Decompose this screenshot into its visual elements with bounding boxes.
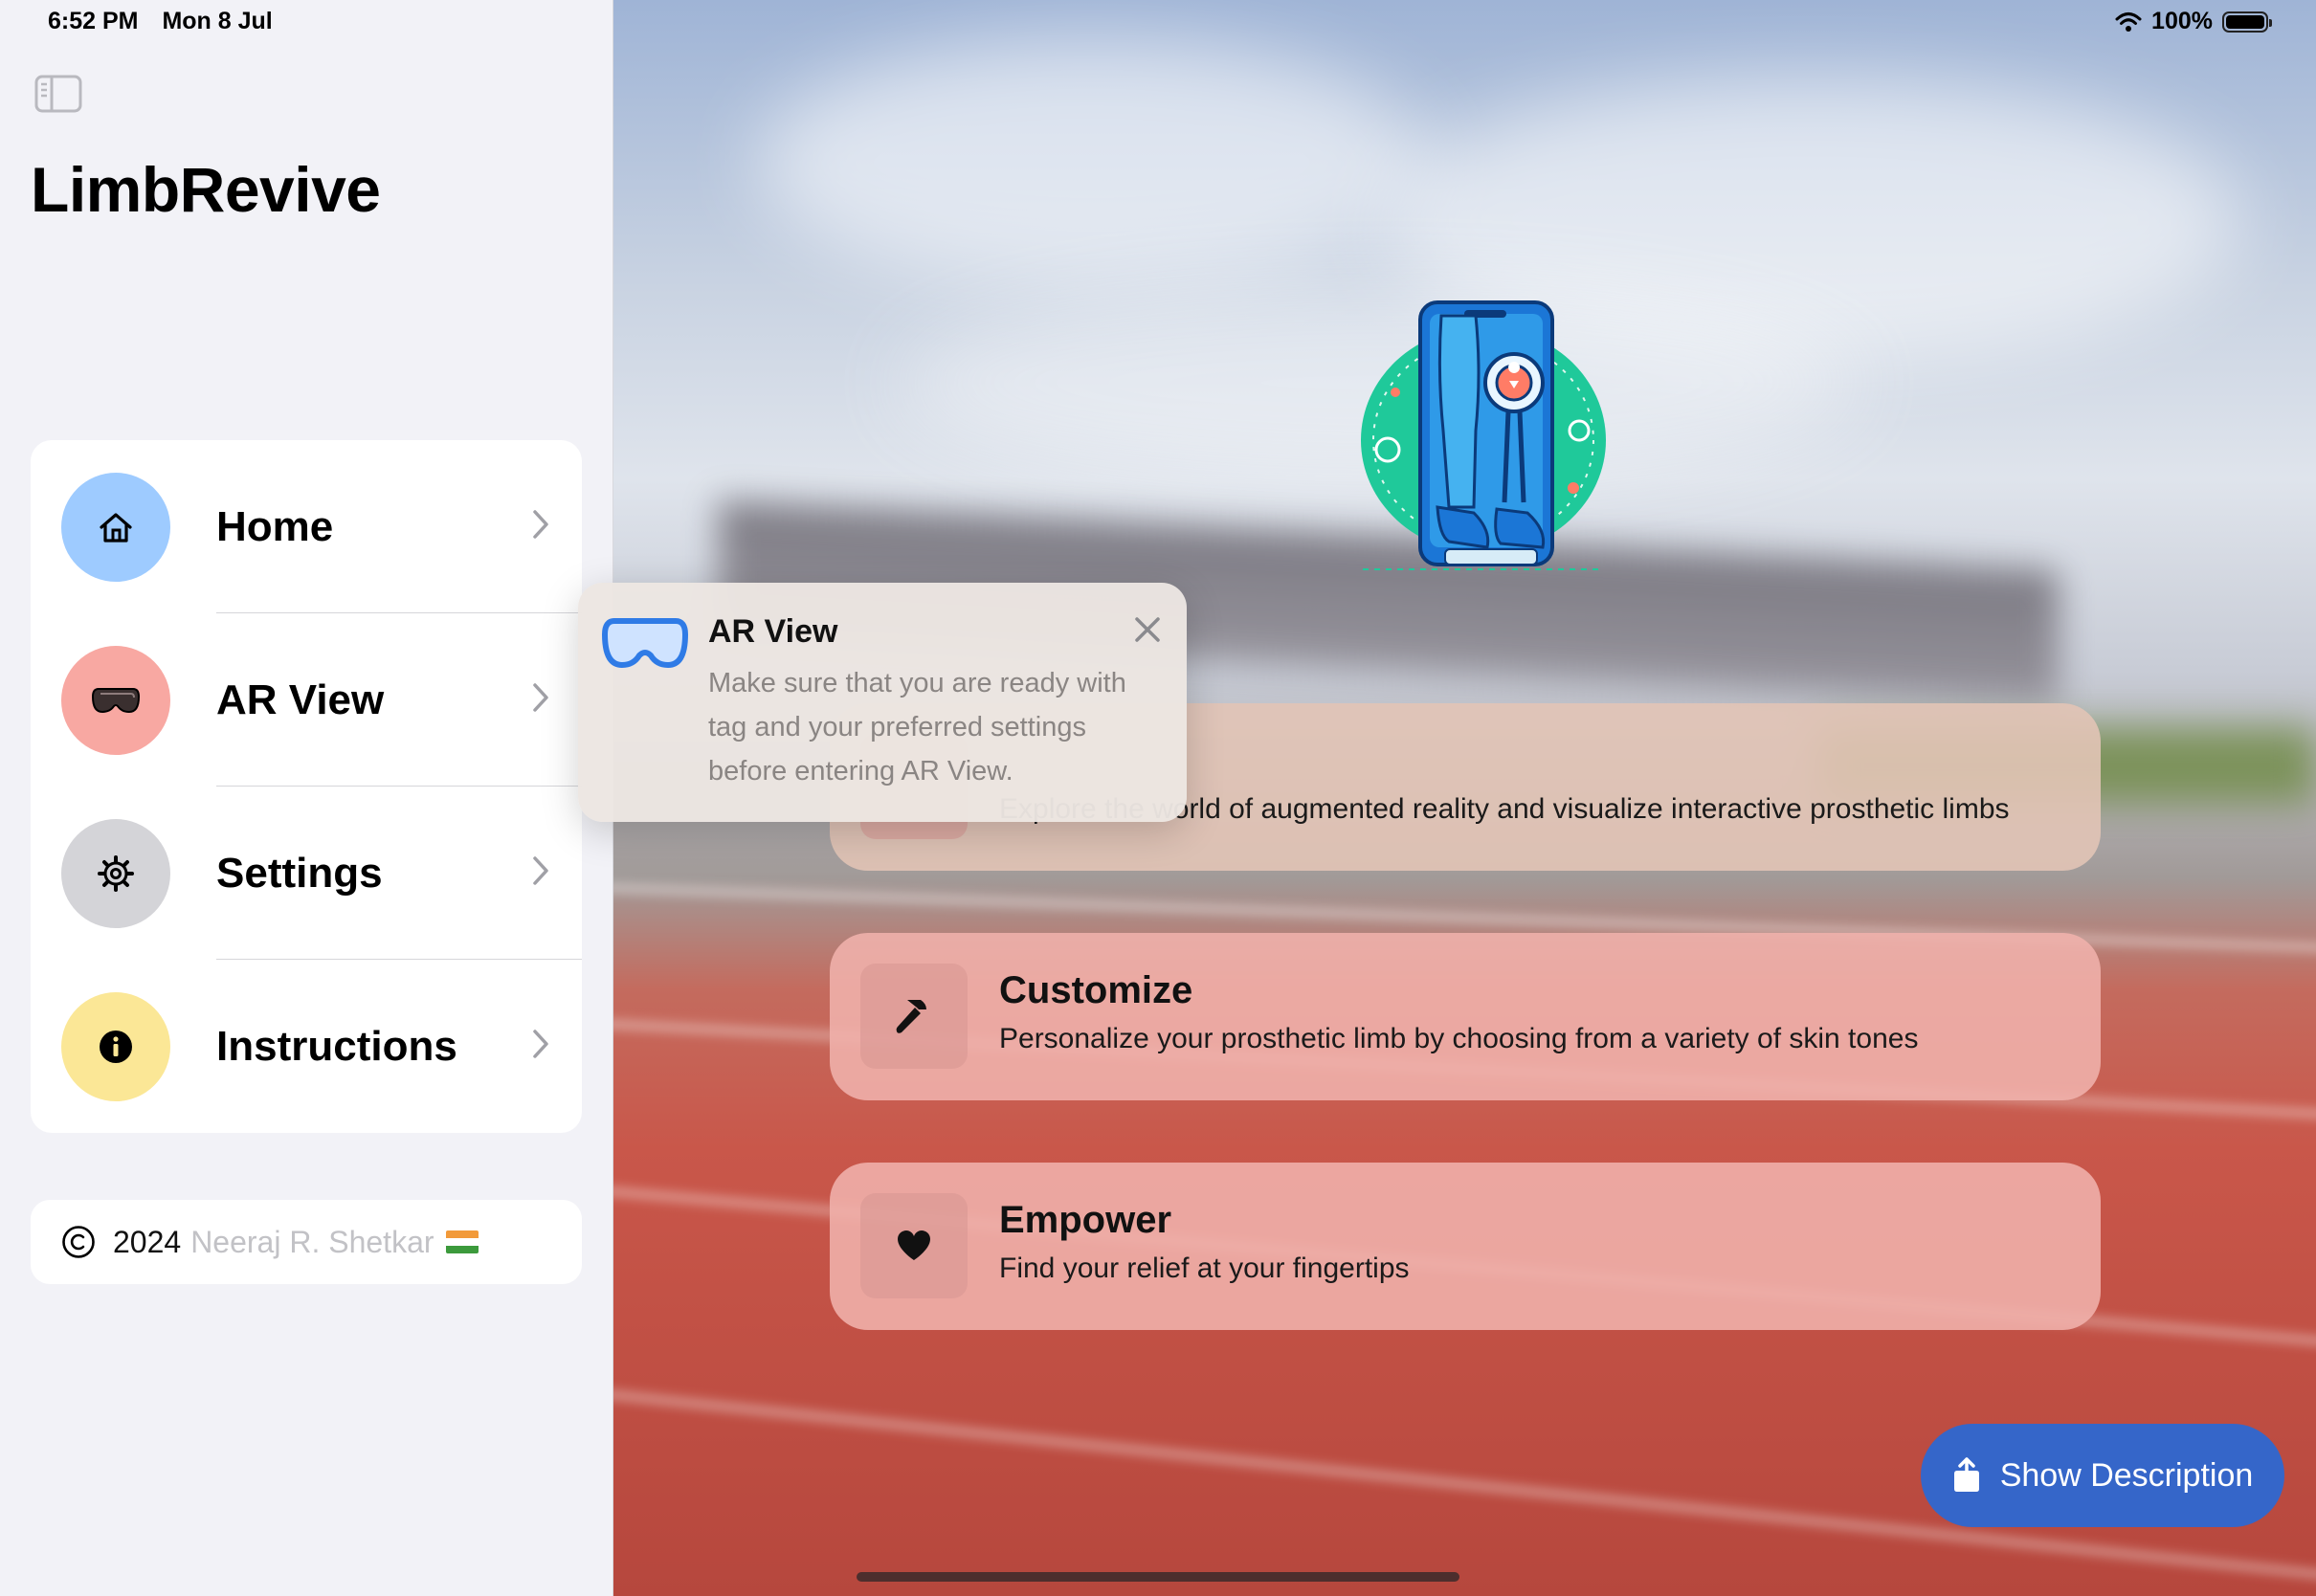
close-icon[interactable] — [1133, 615, 1162, 644]
show-description-label: Show Description — [1999, 1456, 2254, 1494]
feature-description: Find your relief at your fingertips — [999, 1252, 1410, 1284]
background-cloud — [757, 38, 1427, 287]
app-title: LimbRevive — [31, 154, 381, 225]
feature-description: Personalize your prosthetic limb by choo… — [999, 1023, 1919, 1054]
show-description-button[interactable]: Show Description — [1921, 1424, 2284, 1527]
chevron-right-icon — [533, 1030, 548, 1058]
sidebar-item-label: AR View — [216, 676, 385, 723]
status-time-date: 6:52 PM Mon 8 Jul — [48, 8, 290, 35]
vision-headset-icon — [601, 618, 689, 669]
house-icon — [61, 473, 170, 582]
wifi-icon — [2115, 11, 2142, 32]
chevron-right-icon — [533, 856, 548, 885]
sidebar-item-home[interactable]: Home — [31, 440, 582, 613]
sidebar-item-label: Settings — [216, 850, 383, 897]
share-icon — [1953, 1457, 1979, 1492]
battery-icon — [2222, 11, 2272, 33]
gear-icon — [61, 819, 170, 928]
status-time: 6:52 PM — [48, 8, 139, 34]
india-flag-icon — [445, 1230, 479, 1253]
sidebar-item-ar-view[interactable]: AR View — [31, 613, 582, 787]
prosthetic-leg-logo — [1361, 300, 1606, 570]
heart-icon — [860, 1193, 968, 1298]
navigation-menu: Home AR View Settings Instructions — [31, 440, 582, 1133]
popover-title: AR View — [708, 613, 838, 650]
battery-percent: 100% — [2151, 8, 2213, 34]
sidebar-item-label: Instructions — [216, 1023, 457, 1070]
feature-card-customize: Customize Personalize your prosthetic li… — [830, 933, 2101, 1100]
home-indicator[interactable] — [857, 1572, 1459, 1582]
feature-title: Customize — [999, 969, 1193, 1011]
chevron-right-icon — [533, 683, 548, 712]
sidebar-item-label: Home — [216, 503, 334, 550]
sidebar: 6:52 PM Mon 8 Jul LimbRevive Home AR Vie… — [0, 0, 613, 1596]
sidebar-item-settings[interactable]: Settings — [31, 787, 582, 960]
popover-message: Make sure that you are ready with tag an… — [708, 668, 1126, 787]
copyright-icon — [62, 1226, 95, 1258]
feature-title: Empower — [999, 1199, 1172, 1241]
feature-card-empower: Empower Find your relief at your fingert… — [830, 1163, 2101, 1330]
sidebar-toggle-icon[interactable] — [34, 75, 82, 113]
copyright-footer: 2024 Neeraj R. Shetkar — [31, 1200, 582, 1284]
copyright-year: 2024 — [113, 1224, 182, 1259]
hammer-icon — [860, 964, 968, 1069]
sidebar-item-instructions[interactable]: Instructions — [31, 960, 582, 1133]
vision-headset-icon — [61, 646, 170, 755]
info-icon — [61, 992, 170, 1101]
status-date: Mon 8 Jul — [162, 8, 273, 34]
ar-view-tip-popover: AR View Make sure that you are ready wit… — [578, 583, 1187, 822]
chevron-right-icon — [533, 510, 548, 539]
copyright-author: Neeraj R. Shetkar — [190, 1224, 434, 1259]
status-indicators: 100% — [2115, 8, 2272, 35]
